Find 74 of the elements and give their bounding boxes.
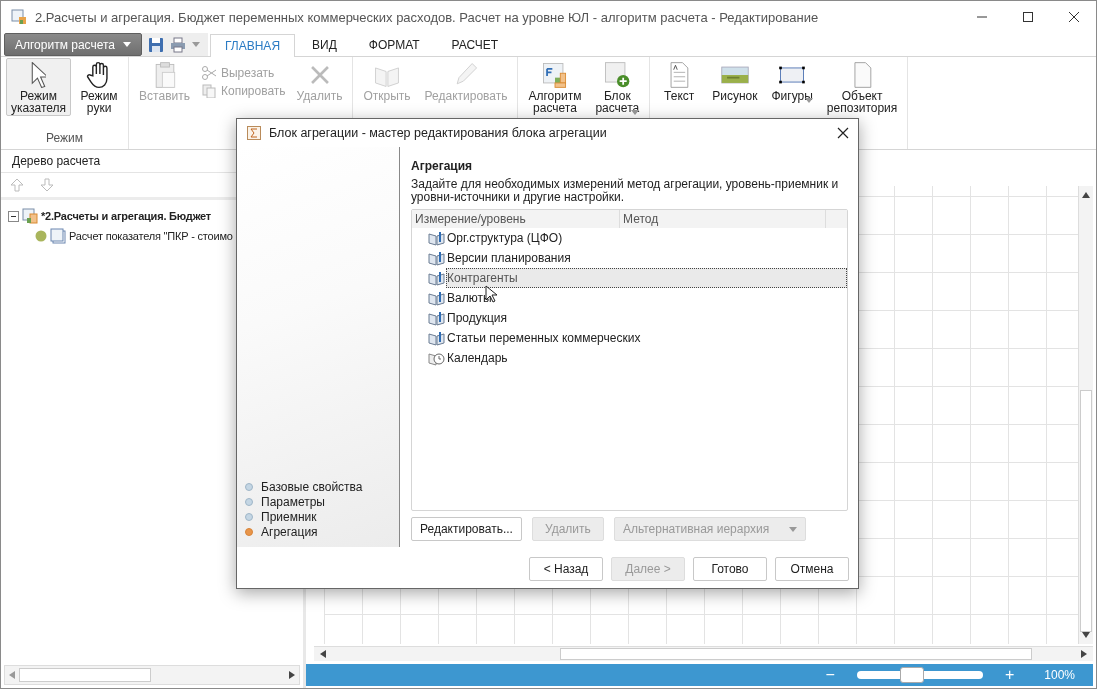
collapse-toggle[interactable]	[8, 210, 19, 222]
scroll-right-icon[interactable]	[1081, 650, 1087, 658]
dialog-title: Блок агрегации - мастер редактирования блока агрегации	[269, 126, 608, 140]
section-heading: Агрегация	[411, 159, 474, 173]
algorithm-icon	[22, 208, 38, 224]
caret-icon[interactable]	[192, 42, 200, 47]
book-icon	[428, 270, 445, 286]
wizard-button[interactable]: Отмена	[775, 557, 849, 581]
maximize-icon[interactable]	[1022, 11, 1034, 23]
caret-icon	[631, 110, 640, 115]
tree-item[interactable]: Расчет показателя "ПКР - стоимо	[69, 230, 233, 242]
arrow-up-icon[interactable]	[10, 178, 24, 192]
vertical-scrollbar[interactable]	[1078, 186, 1093, 644]
column-header[interactable]: Измерение/уровень	[412, 210, 620, 228]
copy-icon	[200, 84, 217, 98]
book-icon	[428, 250, 445, 266]
clock-icon	[428, 350, 445, 366]
ribbon-button[interactable]: Фигуры	[766, 58, 818, 105]
caret-icon	[789, 526, 798, 532]
ribbon-tab[interactable]: ФОРМАТ	[353, 33, 435, 56]
ribbon-button[interactable]: Блок расчета	[590, 58, 645, 117]
caret-icon	[123, 42, 131, 47]
print-icon[interactable]	[170, 36, 186, 53]
caret-icon	[804, 98, 813, 103]
ribbon-button[interactable]: Алгоритм расчета	[523, 58, 587, 116]
group-label: Режим	[46, 131, 84, 145]
sigma-icon	[247, 126, 261, 140]
table-row[interactable]: Календарь	[446, 348, 847, 368]
window-title: 2.Расчеты и агрегация. Бюджет переменных коммерческих расходов. Расчет на уровне ЮЛ - алгоритм расчета - Редактирование	[35, 9, 820, 25]
zoom-level: 100%	[1044, 668, 1075, 682]
scissors-icon	[200, 66, 217, 80]
wizard-button[interactable]: Готово	[693, 557, 767, 581]
book-icon	[428, 230, 445, 246]
wizard-step[interactable]: Базовые свойства	[261, 479, 363, 494]
save-icon[interactable]	[148, 36, 164, 53]
ribbon-tab[interactable]: РАСЧЕТ	[436, 33, 514, 56]
scroll-right-icon[interactable]	[289, 671, 295, 679]
ribbon-tab[interactable]: ГЛАВНАЯ	[210, 34, 296, 57]
ribbon-button[interactable]: Текст	[655, 58, 704, 104]
section-description: Задайте для необходимых измерений метод агрегации, уровень-приемник и уровни-источники и другие настройки.	[411, 178, 840, 204]
scroll-left-icon[interactable]	[320, 650, 326, 658]
wizard-button[interactable]: < Назад	[529, 557, 603, 581]
close-icon[interactable]	[1068, 11, 1080, 23]
action-button[interactable]: Редактировать...	[411, 517, 522, 541]
wizard-step[interactable]: Агрегация	[261, 524, 318, 539]
table-row[interactable]: Продукция	[446, 308, 847, 328]
book-icon	[428, 310, 445, 326]
horizontal-scrollbar[interactable]	[4, 665, 300, 685]
scroll-up-icon[interactable]	[1082, 192, 1090, 198]
close-icon[interactable]	[837, 127, 849, 139]
book-icon	[428, 290, 445, 306]
app-menu-button[interactable]: Алгоритм расчета	[4, 33, 142, 56]
column-header[interactable]: Метод	[620, 210, 826, 228]
table-row[interactable]: Статьи переменных коммерческих	[446, 328, 847, 348]
status-dot-icon	[35, 230, 47, 242]
arrow-down-icon[interactable]	[40, 178, 54, 192]
table-row[interactable]: Орг.структура (ЦФО)	[446, 228, 847, 248]
ribbon-button[interactable]: Режим указателя	[6, 58, 72, 116]
wizard-step[interactable]: Параметры	[261, 494, 325, 509]
ribbon-button[interactable]: Объект репозитория	[821, 58, 903, 116]
formula-icon	[50, 228, 66, 244]
ribbon-tab[interactable]: ВИД	[297, 33, 352, 56]
ribbon-button[interactable]: Режим руки	[75, 58, 124, 116]
tree-item[interactable]: *2.Расчеты и агрегация. Бюджет	[41, 210, 212, 222]
wizard-step[interactable]: Приемник	[261, 509, 317, 524]
app-icon	[11, 9, 27, 25]
table-row[interactable]: Версии планирования	[446, 248, 847, 268]
slider-thumb[interactable]	[900, 667, 925, 683]
table-row[interactable]: Валюты	[446, 288, 847, 308]
book-icon	[428, 330, 445, 346]
table-row[interactable]: Контрагенты	[446, 268, 847, 288]
pointer-icon	[31, 62, 47, 88]
horizontal-scrollbar[interactable]	[314, 646, 1093, 661]
ribbon-button[interactable]: Рисунок	[707, 58, 763, 104]
